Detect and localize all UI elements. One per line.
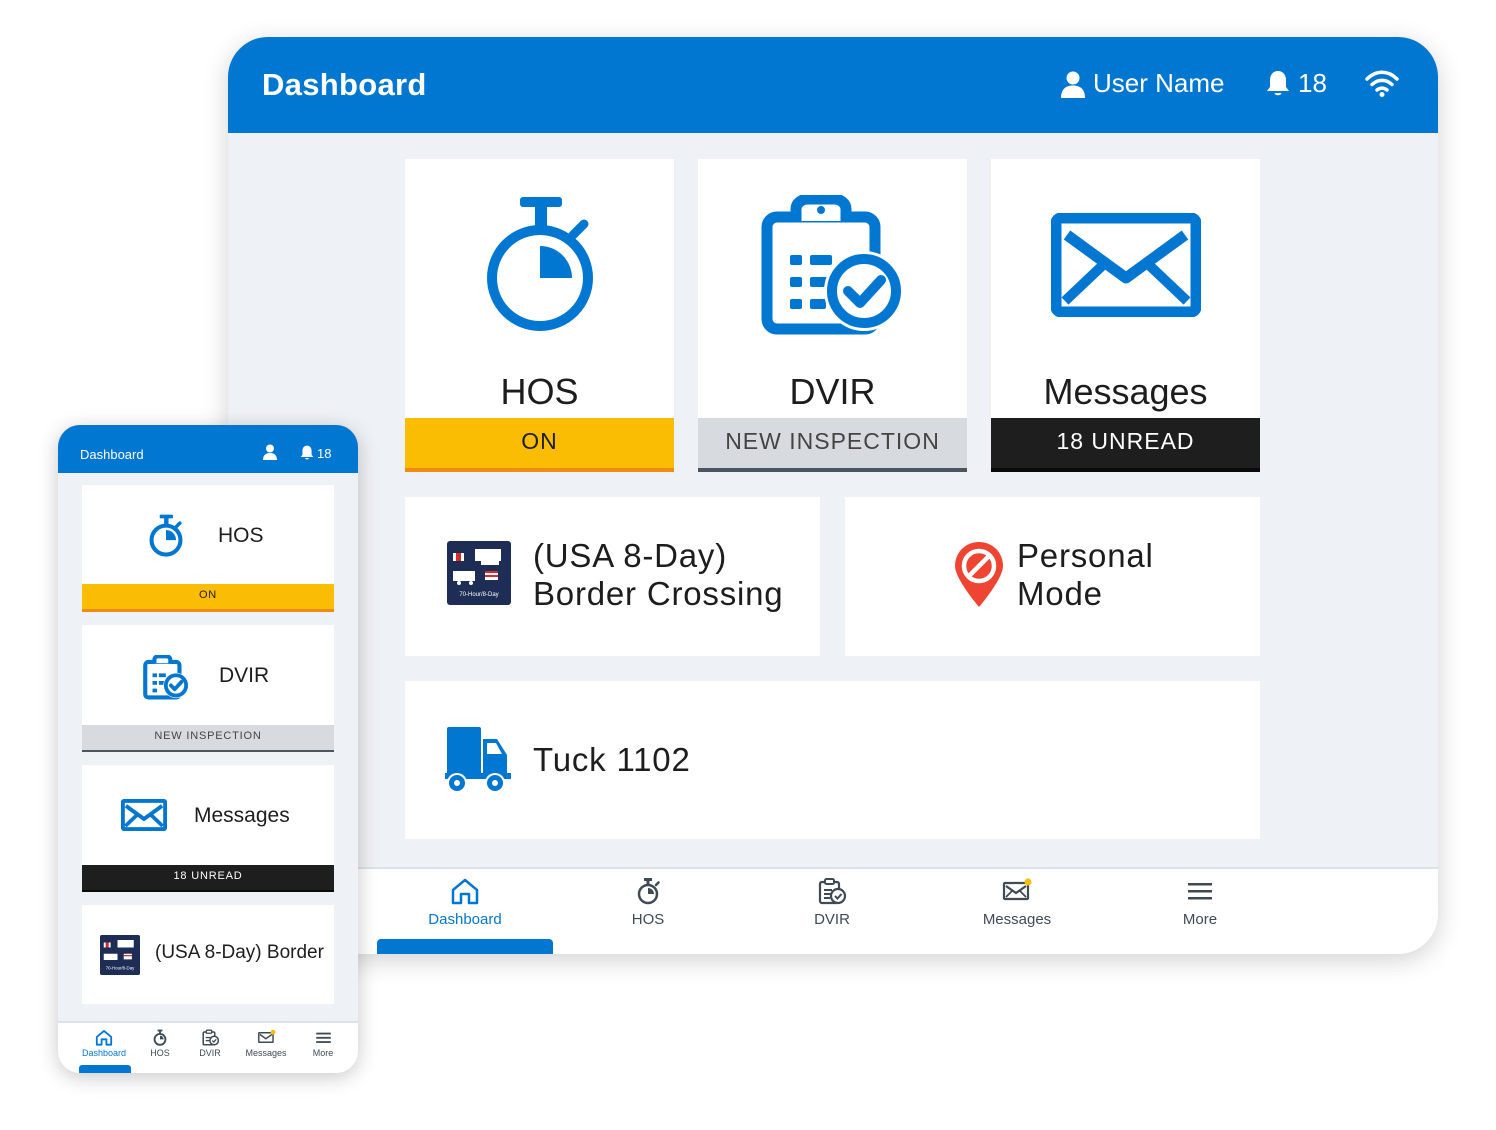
phone-hos-card[interactable]: HOS ON	[82, 485, 334, 612]
personal-mode-pin-icon	[955, 542, 1003, 607]
nav-dashboard[interactable]: Dashboard	[395, 877, 535, 928]
personal-mode-card[interactable]: Personal Mode	[845, 497, 1260, 656]
phone-unread-dot	[270, 1029, 275, 1035]
tablet-header: Dashboard User Name 18	[228, 37, 1438, 133]
hos-status: ON	[405, 418, 674, 472]
phone-nav-more-label: More	[312, 1048, 334, 1058]
nav-messages-label: Messages	[982, 911, 1052, 928]
phone-page-title: Dashboard	[80, 447, 144, 462]
nav-hos-label: HOS	[631, 911, 665, 928]
border-crossing-card[interactable]: 70-Hour/8-Day (USA 8-Day) Border Crossin…	[405, 497, 820, 656]
messages-tile-label: Messages	[1043, 371, 1208, 412]
nav-dashboard-label: Dashboard	[428, 911, 502, 928]
border-crossing-line2: Border Crossing	[533, 575, 784, 612]
dvir-tile[interactable]: DVIR NEW INSPECTION	[698, 159, 967, 472]
phone-messages-status: 18 UNREAD	[82, 865, 334, 892]
nav-messages[interactable]: Messages	[947, 877, 1087, 928]
tablet-app: Dashboard User Name 18 HOS ON DVIR NEW I…	[228, 37, 1438, 954]
phone-dvir-card[interactable]: DVIR NEW INSPECTION	[82, 625, 334, 752]
clipboard-check-icon	[761, 195, 904, 335]
menu-icon	[315, 1032, 331, 1043]
envelope-icon	[257, 1029, 275, 1043]
border-crossing-badge-icon: 70-Hour/8-Day	[447, 541, 511, 605]
border-crossing-line1: (USA 8-Day)	[533, 537, 728, 574]
stopwatch-icon	[637, 878, 660, 905]
phone-bottom-nav: Dashboard HOS DVIR Messages More	[58, 1021, 358, 1073]
home-icon	[95, 1029, 113, 1046]
personal-mode-line1: Personal	[1017, 537, 1154, 574]
nav-more[interactable]: More	[1130, 877, 1270, 928]
clipboard-check-icon	[143, 655, 189, 700]
badge-text: 70-Hour/8-Day	[459, 592, 498, 598]
phone-notification-count: 18	[317, 445, 332, 461]
user-icon	[1061, 71, 1085, 98]
nav-more-label: More	[1182, 911, 1218, 928]
notification-count: 18	[1298, 68, 1327, 98]
envelope-icon	[121, 799, 167, 831]
bell-icon	[1267, 70, 1289, 95]
nav-dvir[interactable]: DVIR	[762, 877, 902, 928]
nav-hos[interactable]: HOS	[578, 877, 718, 928]
phone-messages-card[interactable]: Messages 18 UNREAD	[82, 765, 334, 892]
phone-nav-dvir-label: DVIR	[199, 1048, 221, 1058]
wifi-icon	[1364, 69, 1400, 102]
clipboard-check-icon	[818, 878, 847, 905]
stopwatch-icon	[149, 514, 183, 557]
phone-nav-messages[interactable]: Messages	[241, 1029, 291, 1058]
phone-border-crossing-label: (USA 8-Day) Border	[155, 942, 324, 963]
phone-nav-dvir[interactable]: DVIR	[185, 1029, 235, 1058]
messages-status: 18 UNREAD	[991, 418, 1260, 472]
phone-badge-text: 70-Hour/8-Day	[106, 965, 135, 970]
truck-card[interactable]: Tuck 1102	[405, 681, 1260, 839]
phone-nav-hos-label: HOS	[150, 1048, 170, 1058]
phone-notifications-button[interactable]: 18	[300, 445, 331, 461]
phone-active-tab-indicator	[79, 1065, 131, 1073]
page-title: Dashboard	[262, 67, 427, 102]
truck-label: Tuck 1102	[533, 741, 691, 778]
personal-mode-line2: Mode	[1017, 575, 1103, 612]
phone-hos-status: ON	[82, 584, 334, 612]
bell-icon	[300, 445, 314, 460]
clipboard-check-icon	[201, 1029, 219, 1046]
border-crossing-label: (USA 8-Day) Border Crossing	[533, 537, 783, 613]
stopwatch-icon	[153, 1029, 167, 1046]
phone-nav-dashboard[interactable]: Dashboard	[79, 1029, 129, 1058]
phone-messages-label: Messages	[194, 804, 290, 827]
envelope-icon	[1051, 213, 1201, 317]
tablet-bottom-nav: Dashboard HOS DVIR Messages More	[228, 867, 1438, 954]
nav-dvir-label: DVIR	[814, 911, 850, 928]
phone-app: Dashboard 18 HOS ON DVIR NEW INSPECTION …	[58, 425, 358, 1073]
truck-icon	[445, 727, 511, 793]
home-icon	[451, 878, 479, 905]
stopwatch-icon	[487, 197, 593, 331]
user-icon[interactable]	[263, 444, 277, 460]
phone-nav-messages-label: Messages	[245, 1048, 287, 1058]
border-crossing-badge-icon: 70-Hour/8-Day	[100, 935, 140, 975]
dvir-tile-label: DVIR	[789, 371, 876, 412]
phone-dvir-label: DVIR	[219, 664, 270, 687]
envelope-icon	[1002, 878, 1032, 901]
personal-mode-label: Personal Mode	[1017, 537, 1154, 613]
phone-nav-more[interactable]: More	[298, 1029, 348, 1058]
hos-tile[interactable]: HOS ON	[405, 159, 674, 472]
phone-dvir-status: NEW INSPECTION	[82, 725, 334, 752]
phone-header: Dashboard 18	[58, 425, 358, 473]
notifications-button[interactable]: 18	[1266, 68, 1327, 99]
menu-icon	[1188, 883, 1212, 900]
hos-tile-label: HOS	[500, 371, 579, 412]
phone-nav-dashboard-label: Dashboard	[81, 1048, 127, 1058]
phone-nav-hos[interactable]: HOS	[135, 1029, 185, 1058]
active-tab-indicator	[377, 939, 553, 954]
messages-tile[interactable]: Messages 18 UNREAD	[991, 159, 1260, 472]
user-menu[interactable]: User Name	[1061, 68, 1224, 99]
phone-border-crossing-card[interactable]: 70-Hour/8-Day (USA 8-Day) Border	[82, 905, 334, 1004]
phone-hos-label: HOS	[218, 524, 264, 547]
dvir-status: NEW INSPECTION	[698, 418, 967, 472]
user-name: User Name	[1093, 68, 1225, 98]
unread-dot	[1024, 878, 1032, 886]
